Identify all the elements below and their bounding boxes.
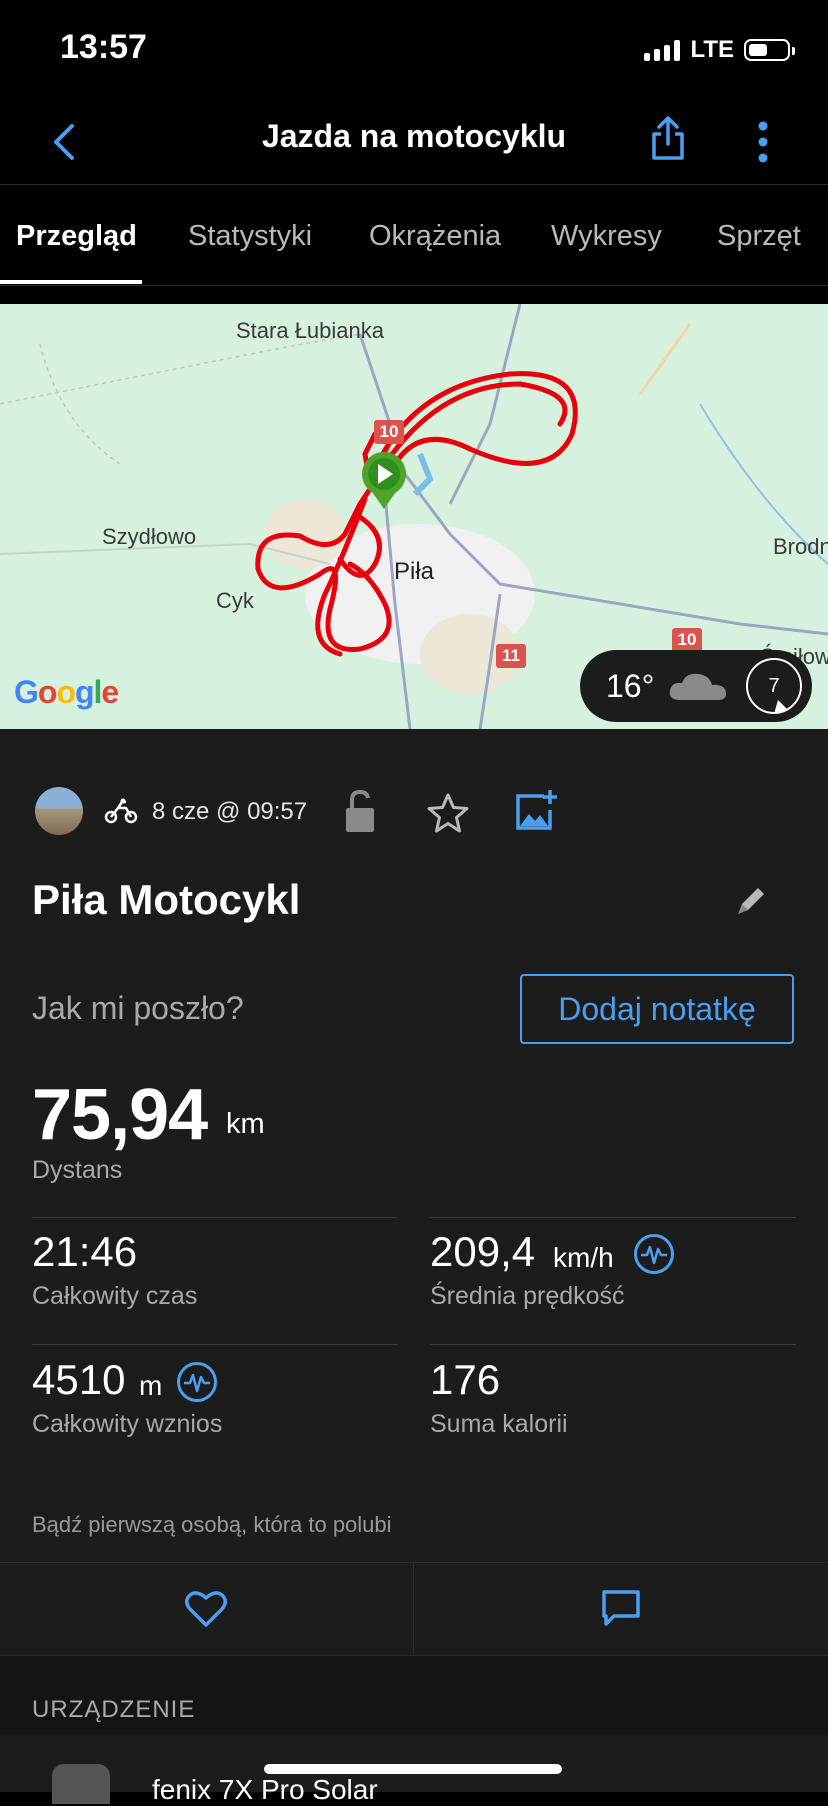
road-shield: 11 [496,644,526,668]
active-tab-indicator [0,280,142,284]
status-indicators: LTE [644,36,795,64]
device-row[interactable] [0,1734,828,1792]
tab-bar: Przegląd Statystyki Okrążenia Wykresy Sp… [0,186,828,286]
stats-divider [32,1217,398,1218]
distance-label: Dystans [32,1156,123,1184]
weather-temperature: 16° [606,667,655,704]
heart-icon[interactable] [184,1588,228,1628]
motorcycle-icon [104,798,138,824]
avg-speed-value: 209,4 [430,1228,536,1275]
weather-badge: 16° 7 [580,650,812,722]
map-place-label: Brodn [773,534,828,559]
cloud-icon [670,673,727,700]
device-name: fenix 7X Pro Solar [152,1774,378,1805]
comment-icon[interactable] [600,1588,642,1628]
map-place-label: Szydłowo [102,524,197,549]
stats-divider [430,1344,796,1345]
device-section-header: URZĄDZENIE [32,1696,196,1723]
ascent-value: 4510 [32,1356,126,1403]
map-place-label: Stara Łubianka [236,318,384,343]
tabs-divider [0,285,828,286]
add-note-button[interactable]: Dodaj notatkę [520,974,794,1044]
map-place-label: Cyk [216,588,254,613]
distance-unit: km [226,1108,265,1140]
action-divider [413,1562,414,1654]
battery-icon [744,39,795,61]
pencil-icon[interactable] [734,884,768,918]
add-photo-icon[interactable] [514,788,558,832]
home-indicator [264,1764,562,1774]
total-time-value: 21:46 [32,1228,138,1275]
road-shield: 10 [672,628,702,652]
status-time: 13:57 [60,28,147,66]
avatar[interactable] [35,787,83,835]
calories-value: 176 [430,1356,501,1403]
road-shield: 10 [374,420,404,444]
more-vertical-icon[interactable] [748,118,778,166]
wind-direction-icon [774,700,788,714]
watch-icon [52,1764,110,1804]
pulse-icon[interactable] [634,1234,674,1274]
google-logo: Google [14,674,119,710]
header-divider [0,184,828,185]
social-action-bar [0,1562,828,1656]
feel-question: Jak mi poszło? [32,990,244,1026]
ascent-label: Całkowity wznios [32,1410,223,1438]
tab-gear[interactable]: Sprzęt [717,220,801,253]
avg-speed-label: Średnia prędkość [430,1282,625,1310]
total-time-label: Całkowity czas [32,1282,198,1310]
ascent-unit: m [139,1370,163,1401]
wind-speed: 7 [768,674,780,697]
network-type: LTE [690,36,734,63]
wind-indicator: 7 [746,658,802,714]
route-map[interactable]: Stara Łubianka Szydłowo Cyk Piła Brodn Ś… [0,304,828,729]
activity-name: Piła Motocykl [32,876,301,923]
pulse-icon[interactable] [177,1362,217,1402]
stats-divider [430,1217,796,1218]
distance-value: 75,94 [32,1075,208,1155]
tab-charts[interactable]: Wykresy [551,220,662,253]
activity-date: 8 cze @ 09:57 [152,798,308,825]
unlock-icon[interactable] [340,788,380,834]
signal-icon [644,39,681,61]
tab-overview[interactable]: Przegląd [16,220,137,253]
page-title: Jazda na motocyklu [261,118,567,154]
likes-prompt: Bądź pierwszą osobą, która to polubi [32,1512,392,1537]
tab-laps[interactable]: Okrążenia [369,220,501,253]
stats-divider [32,1344,398,1345]
calories-label: Suma kalorii [430,1410,568,1438]
star-icon[interactable] [426,792,470,834]
share-icon[interactable] [648,114,688,162]
map-city-label: Piła [394,558,435,585]
avg-speed-unit: km/h [553,1242,614,1273]
tab-statistics[interactable]: Statystyki [188,220,312,253]
